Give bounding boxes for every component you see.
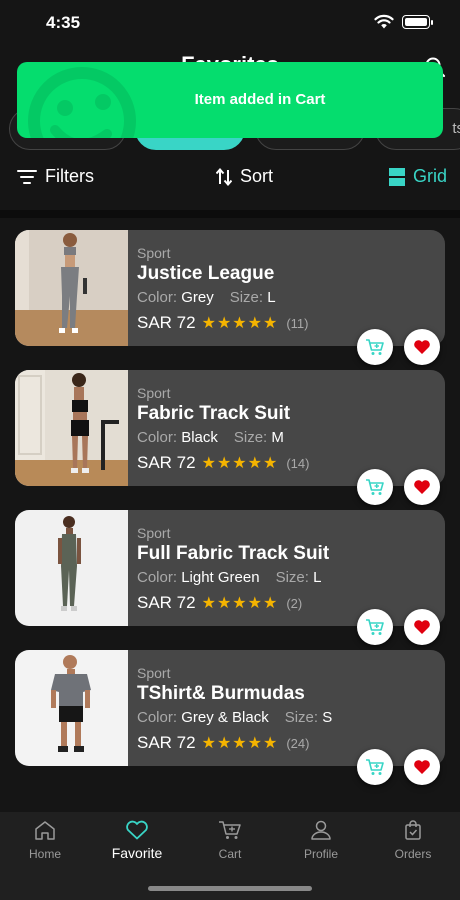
status-bar: 4:35 [0,0,460,44]
product-color: Light Green [181,569,260,586]
product-price: SAR 72 [137,593,196,612]
product-category: Sport [137,665,171,681]
sort-label: Sort [240,166,274,186]
sort-icon [216,167,232,186]
product-image [15,230,128,346]
product-image [15,510,128,626]
review-count: (11) [286,315,309,331]
home-icon [35,821,55,840]
wifi-icon [374,14,394,29]
price-row: SAR 72 ★★★★★ (14) [137,453,309,473]
nav-home-label: Home [28,847,61,861]
favorite-button[interactable] [404,749,440,785]
nav-orders[interactable]: Orders [373,820,453,861]
price-row: SAR 72 ★★★★★ (2) [137,593,302,613]
product-image [15,650,128,766]
product-price: SAR 72 [137,453,196,472]
add-to-cart-button[interactable] [357,329,393,365]
chip-4-label: ts [452,120,460,137]
rating-stars: ★★★★★ [201,595,279,612]
product-card[interactable]: Sport Full Fabric Track Suit Color: Ligh… [15,510,445,626]
product-attributes: Color: Grey Size: L [137,289,276,306]
status-time: 4:35 [46,13,81,32]
product-category: Sport [137,245,171,261]
product-card[interactable]: Sport TShirt& Burmudas Color: Grey & Bla… [15,650,445,766]
price-row: SAR 72 ★★★★★ (11) [137,313,308,333]
rating-stars: ★★★★★ [201,455,279,472]
product-name: Justice League [137,263,275,284]
review-count: (14) [286,455,310,471]
home-indicator [148,886,312,891]
product-image [15,370,128,486]
cart-icon [366,339,384,355]
profile-icon [311,820,331,840]
battery-icon [402,15,433,29]
heart-icon [126,820,148,840]
orders-icon [405,820,421,840]
nav-home[interactable]: Home [5,820,85,861]
product-size: S [322,709,333,726]
product-color: Grey [181,289,214,306]
cart-icon [366,479,384,495]
favorite-button[interactable] [404,469,440,505]
nav-orders-label: Orders [394,847,432,861]
price-row: SAR 72 ★★★★★ (24) [137,733,309,753]
product-name: Fabric Track Suit [137,403,291,424]
cart-icon [219,821,241,839]
product-name: Full Fabric Track Suit [137,543,330,564]
product-card[interactable]: Sport Justice League Color: Grey Size: L … [15,230,445,346]
product-attributes: Color: Light Green Size: L [137,569,322,586]
nav-favorite[interactable]: Favorite [97,820,177,861]
add-to-cart-button[interactable] [357,609,393,645]
product-name: TShirt& Burmudas [137,683,305,704]
product-size: M [271,429,284,446]
nav-cart-label: Cart [218,847,242,861]
product-color: Black [181,429,218,446]
heart-icon [414,340,430,354]
toast-notification: Item added in Cart [17,62,443,138]
product-price: SAR 72 [137,313,196,332]
nav-favorite-label: Favorite [111,845,163,861]
product-size: L [313,569,322,586]
product-attributes: Color: Black Size: M [137,429,284,446]
product-color: Grey & Black [181,709,269,726]
heart-icon [414,760,430,774]
cart-icon [366,759,384,775]
grid-label: Grid [413,166,448,186]
toast-message: Item added in Cart [194,91,326,108]
filters-label: Filters [45,166,94,186]
product-price: SAR 72 [137,733,196,752]
rating-stars: ★★★★★ [201,735,279,752]
nav-cart[interactable]: Cart [190,820,270,861]
divider [0,210,460,218]
filter-icon [17,169,37,184]
toolbar: Filters Sort Grid [0,160,460,196]
cart-icon [366,619,384,635]
filters-button[interactable]: Filters [17,166,94,187]
product-size: L [267,289,276,306]
rating-stars: ★★★★★ [201,315,279,332]
product-card[interactable]: Sport Fabric Track Suit Color: Black Size… [15,370,445,486]
favorite-button[interactable] [404,609,440,645]
nav-profile[interactable]: Profile [281,820,361,861]
sort-button[interactable]: Sort [216,166,273,187]
add-to-cart-button[interactable] [357,469,393,505]
nav-profile-label: Profile [303,847,338,861]
review-count: (24) [286,735,310,751]
favorite-button[interactable] [404,329,440,365]
add-to-cart-button[interactable] [357,749,393,785]
grid-icon [389,167,405,186]
product-category: Sport [137,385,171,401]
product-category: Sport [137,525,171,541]
product-attributes: Color: Grey & Black Size: S [137,709,333,726]
review-count: (2) [286,595,303,611]
heart-icon [414,620,430,634]
grid-toggle[interactable]: Grid [389,166,447,187]
heart-icon [414,480,430,494]
